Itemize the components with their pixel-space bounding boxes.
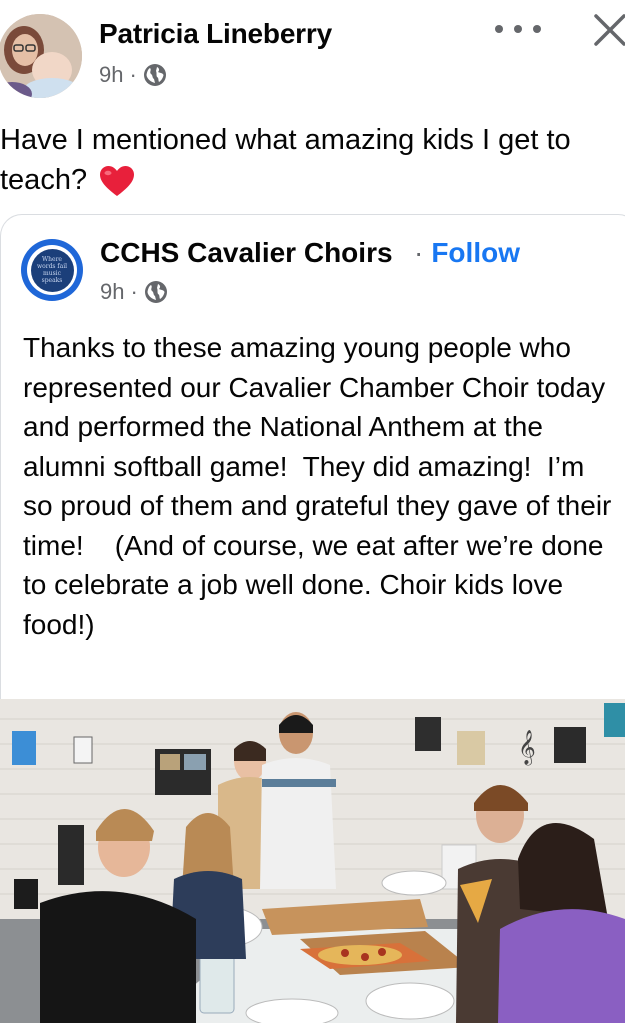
post-meta: 9h · bbox=[99, 62, 167, 88]
follow-separator: · bbox=[414, 237, 424, 268]
author-name[interactable]: Patricia Lineberry bbox=[99, 18, 332, 50]
globe-icon bbox=[143, 64, 166, 86]
caption-text: Have I mentioned what amazing kids I get… bbox=[0, 124, 571, 196]
shared-post-text: Thanks to these amazing young people who… bbox=[23, 332, 620, 640]
page-avatar-text: Where words fail music speaks bbox=[30, 248, 74, 292]
meta-separator: · bbox=[129, 62, 137, 87]
follow-button[interactable]: Follow bbox=[431, 237, 520, 268]
svg-text:𝄞: 𝄞 bbox=[518, 730, 536, 766]
page-name[interactable]: CCHS Cavalier Choirs bbox=[100, 237, 393, 269]
shared-meta-separator: · bbox=[130, 279, 138, 304]
shared-post-meta: 9h · bbox=[100, 279, 168, 305]
follow-link[interactable]: · Follow bbox=[414, 237, 520, 269]
more-options-icon[interactable] bbox=[495, 18, 541, 40]
post-caption: Have I mentioned what amazing kids I get… bbox=[0, 120, 625, 200]
globe-icon bbox=[144, 281, 167, 303]
page-avatar[interactable]: Where words fail music speaks bbox=[21, 239, 83, 301]
heart-icon bbox=[100, 166, 135, 197]
author-avatar[interactable] bbox=[0, 14, 82, 98]
shared-post-time[interactable]: 9h bbox=[100, 279, 124, 305]
post-photo[interactable]: 𝄞 bbox=[0, 699, 625, 1023]
close-icon[interactable] bbox=[590, 10, 625, 50]
post-time[interactable]: 9h bbox=[99, 62, 123, 88]
post-header: Patricia Lineberry 9h · bbox=[0, 0, 625, 110]
